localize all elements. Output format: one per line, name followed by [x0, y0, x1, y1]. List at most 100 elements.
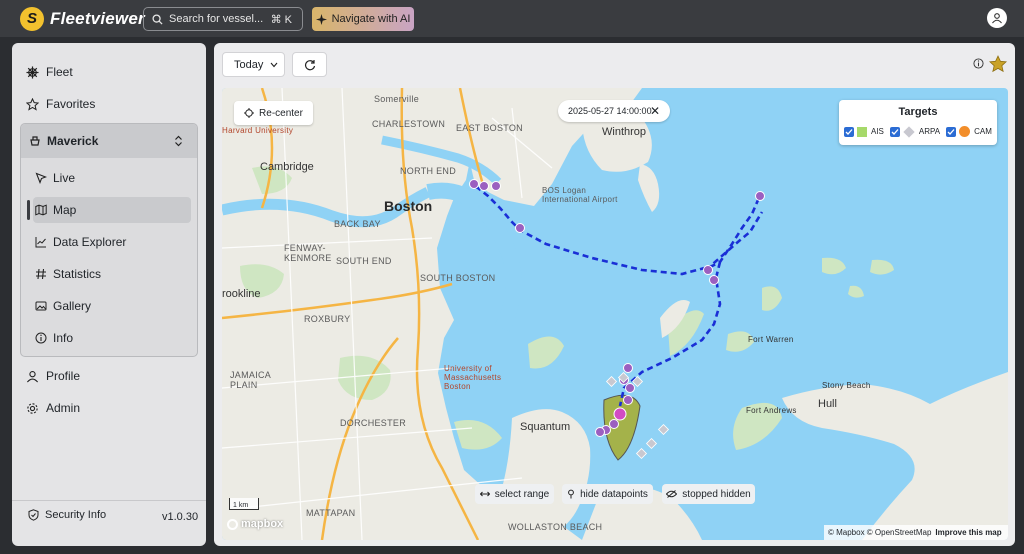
refresh-icon — [304, 59, 315, 70]
arpa-checkbox[interactable] — [889, 126, 900, 137]
vessel-selector[interactable]: Maverick — [21, 124, 197, 158]
nav-admin[interactable]: Admin — [26, 395, 80, 421]
vessel-track — [470, 179, 762, 407]
ais-checkbox[interactable] — [844, 126, 854, 137]
arpa-target — [645, 437, 658, 450]
eye-off-icon — [666, 490, 678, 498]
timestamp-value: 2025-05-27 14:00:00 — [568, 106, 652, 116]
line-chart-icon — [35, 237, 46, 248]
track-marker — [515, 223, 525, 233]
gear-icon — [27, 402, 38, 414]
cam-swatch-icon — [959, 126, 971, 137]
select-range-label: select range — [494, 488, 550, 500]
track-marker — [703, 265, 713, 275]
track-marker — [491, 181, 501, 191]
track-marker — [609, 419, 619, 429]
vessel-nav-live-label: Live — [53, 171, 76, 185]
vessel-nav-map-label: Map — [53, 203, 77, 217]
security-info-label: Security Info — [45, 509, 107, 521]
nav-fleet[interactable]: Fleet — [26, 59, 73, 85]
vessel-track-branch — [705, 211, 764, 271]
search-placeholder: Search for vessel... — [169, 13, 264, 25]
main-panel: Today Somerville CHARLESTOWN EAST BOSTON… — [214, 43, 1015, 546]
refresh-button[interactable] — [292, 52, 327, 77]
check-icon — [947, 128, 955, 135]
mapbox-logo-icon — [227, 518, 238, 530]
attribution-text[interactable]: © Mapbox © OpenStreetMap — [828, 528, 931, 537]
track-marker — [755, 191, 765, 201]
search-shortcut: ⌘ K — [270, 13, 292, 26]
vessel-nav-statistics[interactable]: Statistics — [33, 261, 191, 287]
mapbox-logo: mapbox — [227, 518, 283, 530]
vessel-nav-info[interactable]: Info — [33, 325, 191, 351]
gallery-icon — [35, 301, 47, 311]
crosshair-icon — [244, 108, 255, 118]
app-logo[interactable]: S Fleetviewer — [20, 6, 145, 31]
close-icon[interactable]: ✕ — [650, 104, 660, 118]
security-info-link[interactable]: Security Info — [28, 509, 106, 521]
date-range-value: Today — [234, 58, 264, 71]
vessel-nav-data-explorer[interactable]: Data Explorer — [33, 229, 191, 255]
top-bar: S Fleetviewer Search for vessel... ⌘ K N… — [0, 0, 1024, 37]
scale-label: 1 km — [233, 502, 249, 509]
improve-map-link[interactable]: Improve this map — [935, 528, 1001, 537]
recenter-button[interactable]: Re-center — [234, 101, 313, 125]
chevron-up-down-icon — [175, 135, 182, 147]
info-icon — [35, 332, 47, 344]
ais-label: AIS — [871, 127, 884, 136]
chevron-down-icon — [270, 62, 278, 67]
app-version: v1.0.30 — [162, 511, 199, 523]
ship-wheel-icon — [26, 65, 39, 79]
vessel-track-layer — [469, 179, 765, 460]
vessel-menu: Maverick Live Map Data Explorer Statisti… — [20, 123, 198, 357]
star-outline-icon — [26, 97, 39, 111]
profile-icon — [26, 370, 39, 382]
check-icon — [891, 128, 899, 135]
track-marker — [595, 427, 605, 437]
vessel-nav-live[interactable]: Live — [33, 165, 191, 191]
vessel-nav-map[interactable]: Map — [27, 197, 191, 223]
track-marker — [623, 363, 633, 373]
vessel-nav-statistics-label: Statistics — [53, 267, 102, 281]
vessel-position-marker — [613, 407, 627, 421]
map-scale-bar: 1 km — [229, 498, 259, 510]
hash-icon — [36, 268, 46, 280]
app-name: Fleetviewer — [50, 8, 145, 28]
targets-filters: AIS ARPA CAM — [844, 125, 992, 138]
recenter-label: Re-center — [259, 107, 303, 119]
search-icon — [152, 13, 163, 25]
vessel-search-button[interactable]: Search for vessel... ⌘ K — [143, 7, 303, 31]
nav-profile[interactable]: Profile — [26, 363, 80, 389]
vessel-nav-info-label: Info — [53, 331, 74, 345]
vessel-icon — [30, 136, 40, 146]
cam-checkbox[interactable] — [946, 126, 957, 137]
info-icon[interactable] — [973, 58, 984, 69]
hide-datapoints-button[interactable]: hide datapoints — [562, 484, 653, 504]
nav-favorites[interactable]: Favorites — [26, 91, 95, 117]
stopped-hidden-button[interactable]: stopped hidden — [662, 484, 755, 504]
timestamp-chip: 2025-05-27 14:00:00 ✕ — [558, 100, 670, 122]
targets-title: Targets — [898, 106, 938, 118]
favorite-star-icon[interactable] — [989, 55, 1007, 73]
track-markers — [469, 179, 765, 437]
sidebar: Fleet Favorites Maverick Live Map Data E… — [12, 43, 206, 546]
arpa-target — [635, 447, 648, 460]
track-marker — [625, 383, 635, 393]
targets-legend: Targets AIS ARPA CAM — [839, 100, 997, 145]
vessel-nav-data-explorer-label: Data Explorer — [53, 235, 127, 249]
user-avatar-button[interactable] — [987, 8, 1007, 28]
arpa-label: ARPA — [918, 127, 941, 136]
nav-profile-label: Profile — [46, 369, 81, 383]
map-view[interactable]: Somerville CHARLESTOWN EAST BOSTON Harva… — [222, 88, 1008, 540]
cam-label: CAM — [974, 127, 992, 136]
select-range-button[interactable]: select range — [475, 484, 554, 504]
stopped-hidden-label: stopped hidden — [682, 488, 751, 500]
date-range-select[interactable]: Today — [222, 52, 285, 77]
nav-favorites-label: Favorites — [46, 97, 96, 111]
ais-swatch-icon — [857, 126, 867, 137]
map-icon — [35, 204, 47, 216]
arrows-horizontal-icon — [479, 491, 490, 497]
hide-datapoints-label: hide datapoints — [580, 488, 648, 500]
navigate-with-ai-button[interactable]: Navigate with AI — [312, 7, 414, 31]
vessel-nav-gallery[interactable]: Gallery — [33, 293, 191, 319]
